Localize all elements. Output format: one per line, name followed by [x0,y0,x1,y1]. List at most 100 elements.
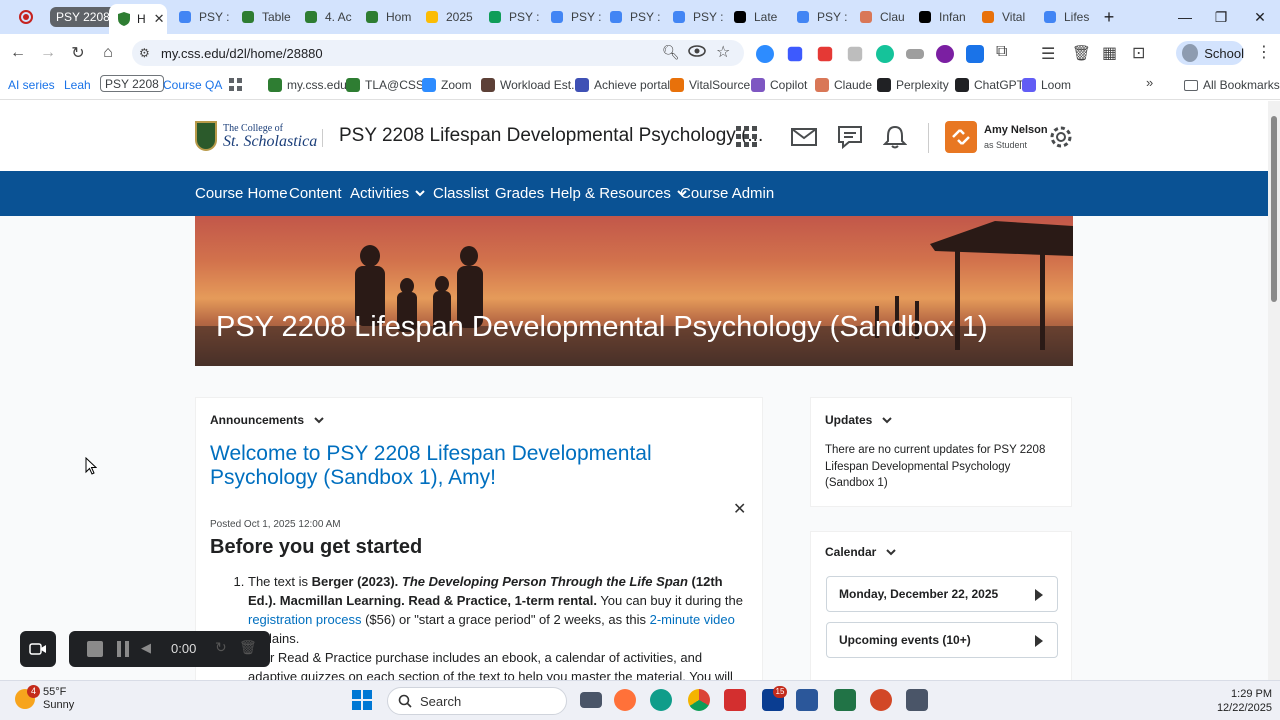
acrobat-icon[interactable] [724,689,746,711]
college-logo[interactable]: The College of St. Scholastica [195,121,317,151]
nav-item[interactable]: Course Home [195,185,288,202]
bookmark-item[interactable]: Workload Est. [481,76,574,94]
bookmark-item[interactable]: Loom [1022,76,1071,94]
reload-button[interactable]: ↻ [68,43,88,63]
bookmark-item[interactable]: VitalSource [670,76,750,94]
nav-item[interactable]: Grades [495,185,544,202]
browser-tab[interactable]: 2025 [424,5,485,29]
dismiss-announcement-icon[interactable]: ✕ [733,499,746,519]
nav-item[interactable]: Classlist [433,185,489,202]
apps-grid-icon[interactable] [229,76,243,94]
trash-icon[interactable]: 🗑︎ [1072,44,1091,62]
browser-tab[interactable]: Clau [858,5,915,29]
browser-tab[interactable]: PSY : [549,5,606,29]
bookmark-item[interactable]: AI series [8,76,55,94]
registration-process-link[interactable]: registration process [248,612,361,627]
browser-tab[interactable]: PSY : [487,5,547,29]
settings-gear-icon[interactable] [1047,123,1075,151]
all-bookmarks-folder[interactable]: All Bookmarks [1184,76,1280,94]
pdf-extension-icon[interactable] [817,46,833,62]
zoom-extension-icon[interactable] [756,45,774,63]
browser-tab[interactable]: PSY : [795,5,856,29]
keyboard-extension-icon[interactable] [906,49,924,59]
nav-item[interactable]: Course Admin [680,185,774,202]
browser-tab[interactable]: PSY : [608,5,669,29]
reading-list-icon[interactable]: ☰ [1041,44,1055,64]
weather-widget[interactable]: 4 55°F Sunny [15,685,74,712]
announcements-header[interactable]: Announcements [210,413,324,427]
user-avatar[interactable] [945,121,977,153]
bookmark-item[interactable]: PSY 2208 [100,75,164,92]
new-tab-button[interactable]: + [1100,7,1118,27]
doc-extension-icon[interactable] [847,46,863,62]
tab-group-label[interactable]: PSY 2208 [50,7,116,27]
bookmark-item[interactable]: my.css.edu [268,76,347,94]
snipping-tool-icon[interactable] [906,689,928,711]
close-window-button[interactable]: ✕ [1251,8,1269,26]
extensions-puzzle-icon[interactable]: ⧉ [996,43,1007,61]
excel-icon[interactable] [834,689,856,711]
task-view-icon[interactable] [580,692,602,708]
stop-button[interactable] [87,641,103,657]
calendar-date-button[interactable]: Monday, December 22, 2025 [826,576,1058,612]
nav-item[interactable]: Activities [350,185,425,202]
browser-tab[interactable]: 4. Ac [303,5,362,29]
restart-icon[interactable]: ↻ [215,639,227,656]
course-selector-icon[interactable] [733,123,761,151]
scrollbar-thumb[interactable] [1271,116,1277,302]
graduation-extension-icon[interactable] [787,46,803,62]
nav-item[interactable]: Help & Resources [550,185,687,202]
bookmark-item[interactable]: Copilot [751,76,807,94]
notification-bell-icon[interactable] [881,123,909,151]
more-bookmarks-icon[interactable]: » [1146,75,1153,90]
bookmark-item[interactable]: TLA@CSS [346,76,424,94]
bookmark-item[interactable]: Leah [64,76,91,94]
chrome-icon[interactable] [688,689,710,711]
tab-active[interactable]: H ✕ [109,4,167,34]
system-clock[interactable]: 1:29 PM 12/22/2025 [1210,687,1272,715]
video-link[interactable]: 2-minute video [650,612,735,627]
browser-tab[interactable]: PSY : [177,5,238,29]
browser-tab[interactable]: Vital [980,5,1040,29]
chevron-down-icon[interactable] [882,416,893,424]
browser-tab[interactable]: Infan [917,5,978,29]
bookmark-item[interactable]: Course QA [163,76,222,94]
pause-button[interactable] [117,641,129,657]
browser-tab[interactable]: Table [240,5,301,29]
mail-icon[interactable] [790,123,818,151]
upcoming-events-button[interactable]: Upcoming events (10+) [826,622,1058,658]
chat-icon[interactable] [836,123,864,151]
taskbar-search[interactable]: Search [387,687,567,715]
site-info-icon[interactable]: ⚙ [139,46,150,60]
chevron-down-icon[interactable] [886,548,897,556]
browser-tab[interactable]: PSY : [671,5,730,29]
bookmark-item[interactable]: Zoom [422,76,472,94]
bookmark-item[interactable]: Perplexity [877,76,949,94]
updates-header[interactable]: Updates [825,413,893,427]
profile-button[interactable]: School [1176,41,1244,65]
browser-tab[interactable]: Lifes [1042,5,1096,29]
grammarly-extension-icon[interactable] [876,45,894,63]
camera-toggle-button[interactable] [20,631,56,667]
back-button[interactable]: ← [8,43,28,63]
url-text[interactable]: my.css.edu/d2l/home/28880 [161,46,323,61]
grid-icon[interactable]: ▦ [1102,43,1117,63]
blue-extension-icon[interactable] [966,45,984,63]
eye-icon[interactable] [688,44,706,58]
bookmark-star-icon[interactable]: ☆ [716,42,730,62]
calendar-header[interactable]: Calendar [825,545,897,559]
search-tabs-icon[interactable]: ⊡ [1132,43,1145,63]
home-button[interactable]: ⌂ [98,43,118,63]
powerpoint-icon[interactable] [870,689,892,711]
firefox-icon[interactable] [614,689,636,711]
course-title[interactable]: PSY 2208 Lifespan Developmental Psycholo… [339,125,763,147]
menu-icon[interactable]: ⋮ [1256,42,1272,62]
forward-button[interactable]: → [38,43,58,63]
bookmark-item[interactable]: Achieve portal [575,76,670,94]
delete-icon[interactable]: 🗑︎ [239,639,257,656]
bookmark-item[interactable]: Claude [815,76,872,94]
start-button[interactable] [352,690,372,710]
chevron-down-icon[interactable] [314,416,324,424]
browser-tab[interactable]: Hom [364,5,422,29]
minimize-button[interactable]: — [1176,8,1194,26]
